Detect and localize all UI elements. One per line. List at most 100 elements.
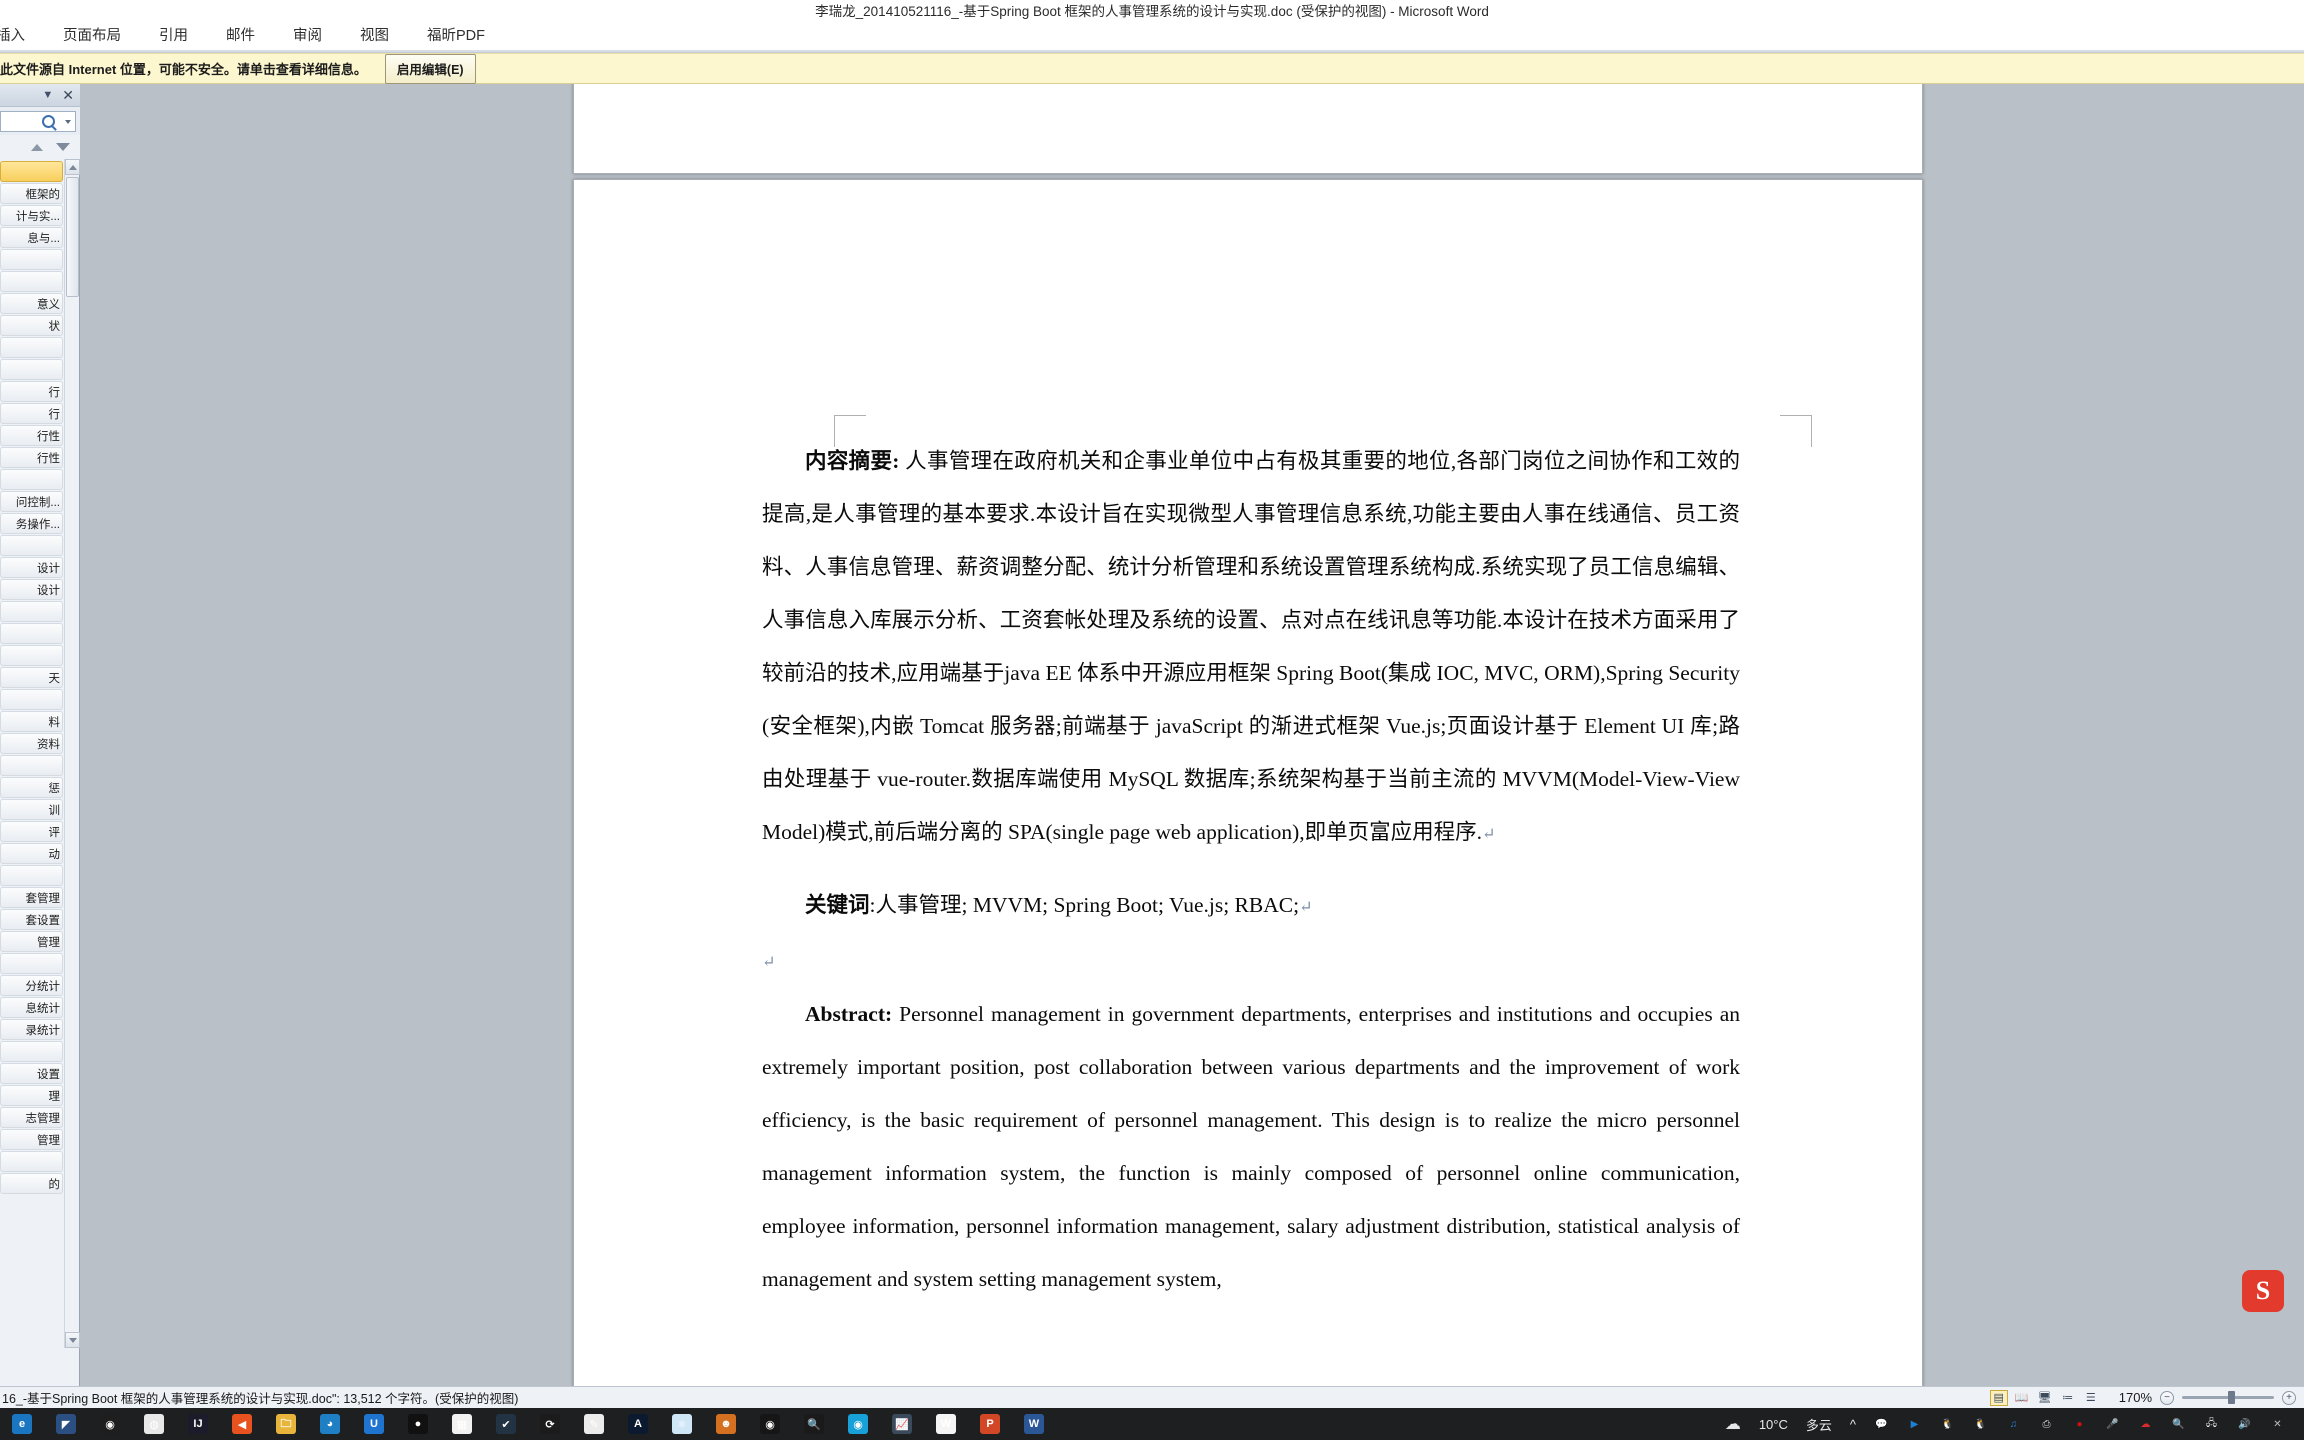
triangle-up-icon[interactable] [31,143,43,151]
taskbar-icon-file-explorer[interactable]: 🗀 [276,1414,296,1434]
navigation-heading-item[interactable]: 设置 [0,1063,63,1084]
navigation-heading-item[interactable]: 训 [0,799,63,820]
taskbar-icon-edge-legacy[interactable]: e [12,1414,32,1434]
taskbar-icon-green-globe[interactable]: ◉ [100,1414,120,1434]
close-icon[interactable]: ✕ [62,88,74,102]
tray-icon-record[interactable]: ● [2070,1415,2089,1434]
navigation-heading-item[interactable]: 资料 [0,733,63,754]
tray-icon-cloud-red[interactable]: ☁ [2136,1415,2155,1434]
navigation-heading-item[interactable] [0,601,63,622]
navigation-heading-item[interactable]: 志管理 [0,1107,63,1128]
navigation-heading-item[interactable]: 问控制... [0,491,63,512]
taskbar-icon-atom-blue[interactable]: ⚛ [672,1414,692,1434]
ribbon-tab-4[interactable]: 审阅 [274,20,341,53]
floating-capture-widget[interactable]: S [2242,1270,2284,1312]
navigation-heading-item[interactable]: 行 [0,381,63,402]
navigation-heading-item[interactable] [0,469,63,490]
taskbar-icon-green-check[interactable]: ✔ [496,1414,516,1434]
chevron-down-icon[interactable]: ▼ [42,89,53,101]
ribbon-tab-2[interactable]: 引用 [140,20,207,53]
navigation-heading-item[interactable] [0,337,63,358]
taskbar-icon-powerpoint[interactable]: P [980,1414,1000,1434]
navigation-heading-item[interactable]: 套设置 [0,909,63,930]
chevron-up-icon[interactable]: ^ [1850,1417,1856,1432]
ribbon-tab-0[interactable]: 插入 [0,20,44,53]
outline-view-button[interactable]: ≔ [2059,1390,2077,1406]
navigation-scrollbar[interactable] [64,159,80,1348]
navigation-heading-item[interactable]: 行性 [0,447,63,468]
taskbar-icon-orange-arrow[interactable]: ◀ [232,1414,252,1434]
navigation-heading-item[interactable]: 框架的 [0,183,63,204]
taskbar-icon-intellij-idea[interactable]: IJ [188,1414,208,1434]
navigation-heading-item[interactable]: 设计 [0,557,63,578]
navigation-heading-item[interactable]: 行 [0,403,63,424]
navigation-heading-item[interactable]: 设计 [0,579,63,600]
navigation-heading-item[interactable] [0,953,63,974]
navigation-heading-item[interactable]: 行性 [0,425,63,446]
navigation-heading-item[interactable]: 套管理 [0,887,63,908]
taskbar-icon-word[interactable]: W [1024,1414,1044,1434]
web-layout-view-button[interactable]: 🖥 [2036,1390,2054,1406]
navigation-heading-item[interactable]: 息与... [0,227,63,248]
document-body[interactable]: 内容摘要: 人事管理在政府机关和企事业单位中占有极其重要的地位,各部门岗位之间协… [762,435,1740,1306]
taskbar-icon-sync-green[interactable]: ⟳ [540,1414,560,1434]
taskbar-icon-obs-record[interactable]: ◉ [760,1414,780,1434]
navigation-heading-item[interactable]: 天 [0,667,63,688]
triangle-down-icon[interactable] [56,143,70,151]
navigation-heading-item[interactable] [0,865,63,886]
navigation-heading-item[interactable] [0,1041,63,1062]
tray-icon-qq-music[interactable]: ♫ [2004,1415,2023,1434]
tray-icon-media-player[interactable]: ▶ [1905,1415,1924,1434]
tray-icon-network[interactable]: 🖧 [2202,1415,2221,1434]
tray-icon-wechat[interactable]: 💬 [1872,1415,1891,1434]
navigation-heading-item[interactable]: 意义 [0,293,63,314]
zoom-level-label[interactable]: 170% [2119,1390,2152,1405]
navigation-heading-list[interactable]: 框架的 计与实... 息与... 意义状 行行行性 行性 问控制... 务操作... 设… [0,159,65,1348]
enable-editing-button[interactable]: 启用编辑(E) [384,53,476,84]
full-screen-reading-view-button[interactable]: 📖 [2013,1390,2031,1406]
zoom-in-button[interactable]: + [2282,1390,2296,1405]
document-canvas[interactable]: 内容摘要: 人事管理在政府机关和企事业单位中占有极其重要的地位,各部门岗位之间协… [80,84,2304,1386]
taskbar-icon-wps-writer[interactable]: W [936,1414,956,1434]
navigation-heading-item[interactable]: 计与实... [0,205,63,226]
navigation-heading-item[interactable] [0,161,63,182]
tray-icon-usb-eject[interactable]: ⎙ [2037,1415,2056,1434]
navigation-heading-item[interactable]: 管理 [0,1129,63,1150]
scroll-up-button[interactable] [65,159,80,175]
scroll-down-button[interactable] [65,1332,80,1348]
tray-icon-microphone[interactable]: 🎤 [2103,1415,2122,1434]
navigation-heading-item[interactable]: 料 [0,711,63,732]
taskbar-icon-u-app[interactable]: U [364,1414,384,1434]
navigation-heading-item[interactable]: 息统计 [0,997,63,1018]
navigation-heading-item[interactable] [0,755,63,776]
navigation-heading-item[interactable]: 动 [0,843,63,864]
navigation-heading-item[interactable] [0,689,63,710]
zoom-slider[interactable] [2182,1391,2274,1404]
navigation-heading-item[interactable]: 分统计 [0,975,63,996]
tray-icon-qq-2[interactable]: 🐧 [1971,1415,1990,1434]
taskbar-icon-blue-drop[interactable]: ◕ [320,1414,340,1434]
ribbon-tab-1[interactable]: 页面布局 [44,20,140,53]
taskbar-icon-avatar-person[interactable]: ☻ [716,1414,736,1434]
taskbar-icon-acrobat[interactable]: A [628,1414,648,1434]
navigation-heading-item[interactable] [0,623,63,644]
zoom-out-button[interactable]: − [2160,1390,2174,1405]
ribbon-tab-6[interactable]: 福昕PDF [408,20,504,53]
navigation-heading-item[interactable] [0,359,63,380]
taskbar-icon-blue-bird[interactable]: ◤ [56,1414,76,1434]
navigation-heading-item[interactable] [0,1151,63,1172]
tray-icon-close-x[interactable]: ✕ [2268,1415,2287,1434]
search-input[interactable] [0,111,76,132]
navigation-heading-item[interactable]: 理 [0,1085,63,1106]
navigation-heading-item[interactable]: 录统计 [0,1019,63,1040]
navigation-heading-item[interactable]: 管理 [0,931,63,952]
navigation-heading-item[interactable]: 务操作... [0,513,63,534]
tray-icon-search-orange[interactable]: 🔍 [2169,1415,2188,1434]
navigation-heading-item[interactable] [0,271,63,292]
taskbar-icon-record-red[interactable]: ● [408,1414,428,1434]
taskbar-icon-calendar[interactable]: ▦ [452,1414,472,1434]
navigation-heading-item[interactable] [0,249,63,270]
navigation-heading-item[interactable]: 状 [0,315,63,336]
scrollbar-thumb[interactable] [66,177,79,297]
navigation-heading-item[interactable]: 惩 [0,777,63,798]
